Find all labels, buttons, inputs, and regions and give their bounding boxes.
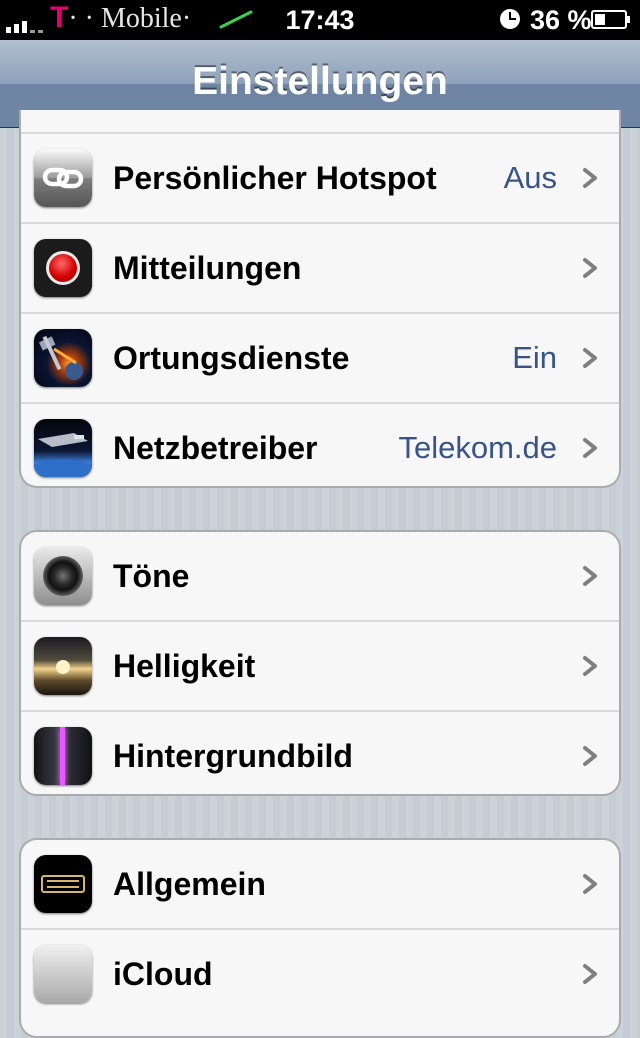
settings-group-connectivity: Persönlicher Hotspot Aus Mitteilungen Or…: [19, 110, 621, 488]
hotspot-icon: [34, 149, 92, 207]
chevron-right-icon: [583, 168, 597, 188]
row-label: Mitteilungen: [113, 250, 302, 286]
settings-group-display: Töne Helligkeit Hintergrundbild: [19, 530, 621, 796]
row-label: Helligkeit: [113, 648, 256, 684]
settings-row-general[interactable]: Allgemein: [21, 840, 619, 930]
brightness-icon: [34, 637, 92, 695]
settings-row-location-services[interactable]: Ortungsdienste Ein: [21, 314, 619, 404]
chevron-right-icon: [583, 964, 597, 984]
row-value: Aus: [503, 160, 557, 195]
chevron-right-icon: [583, 656, 597, 676]
sounds-icon: [34, 547, 92, 605]
row-label: Hintergrundbild: [113, 738, 353, 774]
row-label: Persönlicher Hotspot: [113, 160, 437, 196]
chevron-right-icon: [583, 348, 597, 368]
wallpaper-icon: [34, 727, 92, 785]
row-value: Telekom.de: [398, 430, 557, 465]
settings-row-carrier[interactable]: Netzbetreiber Telekom.de: [21, 404, 619, 486]
settings-row-sounds[interactable]: Töne: [21, 532, 619, 622]
general-icon: [34, 855, 92, 913]
chevron-right-icon: [583, 438, 597, 458]
status-bar: T· · Mobile· 17:43 36 %: [0, 0, 640, 40]
location-services-icon: [34, 329, 92, 387]
icloud-icon: [34, 945, 92, 1003]
carrier-icon: [34, 419, 92, 477]
settings-row-wallpaper[interactable]: Hintergrundbild: [21, 712, 619, 794]
row-label: iCloud: [113, 956, 213, 992]
chevron-right-icon: [583, 874, 597, 894]
battery-fill: [595, 14, 605, 25]
battery-icon: [591, 10, 630, 29]
settings-row-icloud[interactable]: iCloud: [21, 930, 619, 1018]
row-value: Ein: [512, 340, 557, 375]
row-label: Allgemein: [113, 866, 266, 902]
clock-icon: [500, 9, 520, 29]
chevron-right-icon: [583, 746, 597, 766]
row-label: Netzbetreiber: [113, 430, 318, 466]
notifications-icon: [34, 239, 92, 297]
chevron-right-icon: [583, 258, 597, 278]
settings-row-brightness[interactable]: Helligkeit: [21, 622, 619, 712]
chevron-right-icon: [583, 566, 597, 586]
settings-row-notifications[interactable]: Mitteilungen: [21, 224, 619, 314]
battery-percent: 36 %: [530, 5, 592, 35]
settings-group-general: Allgemein iCloud: [19, 838, 621, 1038]
settings-row-personal-hotspot[interactable]: Persönlicher Hotspot Aus: [21, 132, 619, 224]
row-label: Ortungsdienste: [113, 340, 350, 376]
row-label: Töne: [113, 558, 190, 594]
